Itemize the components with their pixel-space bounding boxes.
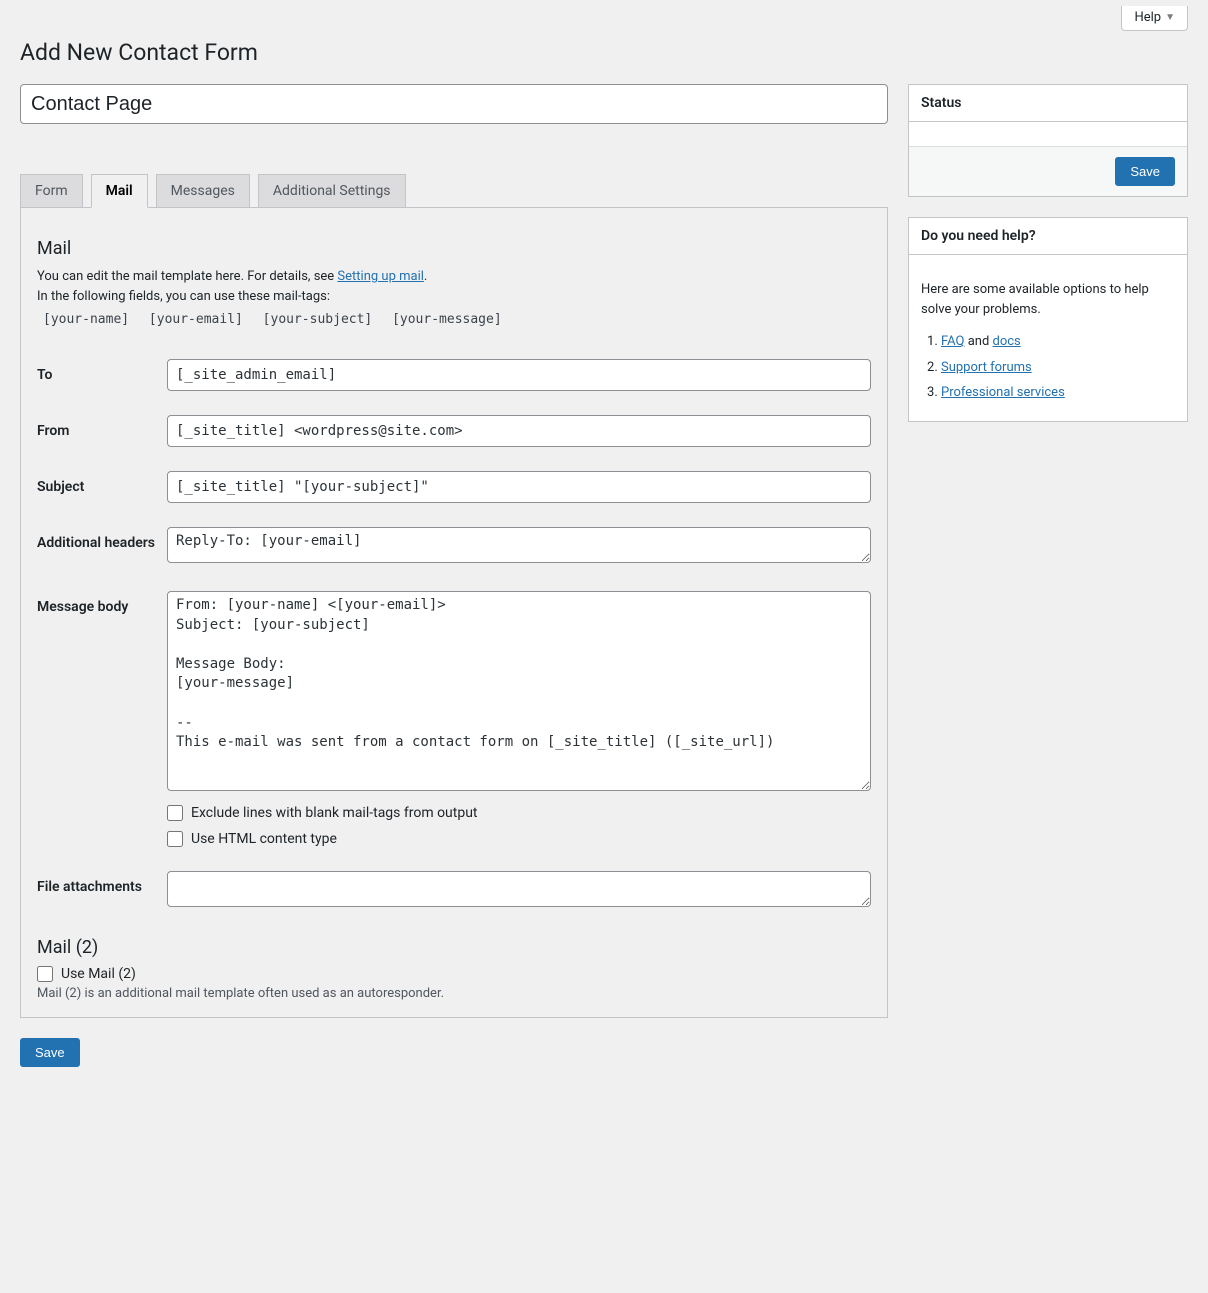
mail-tag: [your-subject] (263, 312, 373, 327)
use-html-label: Use HTML content type (191, 831, 337, 847)
save-button-bottom[interactable]: Save (20, 1038, 80, 1067)
subject-input[interactable] (167, 471, 871, 503)
exclude-blank-row[interactable]: Exclude lines with blank mail-tags from … (167, 805, 871, 821)
professional-services-link[interactable]: Professional services (941, 385, 1065, 400)
tab-messages[interactable]: Messages (156, 174, 250, 208)
status-box-body (909, 122, 1187, 146)
body-label: Message body (37, 579, 167, 859)
body-textarea[interactable] (167, 591, 871, 791)
exclude-blank-label: Exclude lines with blank mail-tags from … (191, 805, 478, 821)
chevron-down-icon: ▼ (1165, 12, 1175, 23)
faq-link[interactable]: FAQ (941, 334, 964, 349)
attachments-label: File attachments (37, 859, 167, 923)
subject-label: Subject (37, 459, 167, 515)
tab-mail[interactable]: Mail (91, 174, 148, 208)
to-label: To (37, 347, 167, 403)
from-label: From (37, 403, 167, 459)
page-title: Add New Contact Form (20, 39, 1188, 66)
attachments-textarea[interactable] (167, 871, 871, 907)
tab-strip: Form Mail Messages Additional Settings (20, 174, 888, 207)
help-tab-label: Help (1134, 10, 1161, 25)
mail2-desc: Mail (2) is an additional mail template … (37, 986, 871, 1001)
form-title-input[interactable] (20, 84, 888, 124)
help-item: FAQ and docs (941, 332, 1175, 352)
use-mail2-checkbox[interactable] (37, 966, 53, 982)
mail2-heading: Mail (2) (37, 937, 871, 958)
mail-intro: You can edit the mail template here. For… (37, 267, 871, 306)
mail-intro-prefix: You can edit the mail template here. For… (37, 269, 337, 284)
status-box: Status Save (908, 84, 1188, 197)
use-mail2-label: Use Mail (2) (61, 966, 136, 982)
help-box-intro: Here are some available options to help … (921, 280, 1175, 319)
mail-tag: [your-name] (43, 312, 129, 327)
headers-label: Additional headers (37, 515, 167, 579)
help-links-list: FAQ and docs Support forums Professional… (941, 332, 1175, 403)
support-forums-link[interactable]: Support forums (941, 360, 1032, 375)
use-mail2-row[interactable]: Use Mail (2) (37, 966, 871, 982)
help-box: Do you need help? Here are some availabl… (908, 217, 1188, 422)
save-button-side[interactable]: Save (1115, 157, 1175, 186)
exclude-blank-checkbox[interactable] (167, 805, 183, 821)
help-box-title: Do you need help? (909, 218, 1187, 255)
from-input[interactable] (167, 415, 871, 447)
help-item: Support forums (941, 358, 1175, 378)
help-tab[interactable]: Help ▼ (1121, 6, 1188, 31)
mail-tag: [your-message] (392, 312, 502, 327)
status-box-title: Status (909, 85, 1187, 122)
to-input[interactable] (167, 359, 871, 391)
help-item-mid: and (964, 334, 992, 349)
setting-up-mail-link[interactable]: Setting up mail (337, 269, 423, 284)
mail-tags-list: [your-name] [your-email] [your-subject] … (43, 312, 871, 327)
help-item: Professional services (941, 383, 1175, 403)
tab-additional-settings[interactable]: Additional Settings (258, 174, 406, 208)
mail-intro-line2: In the following fields, you can use the… (37, 289, 330, 304)
mail-panel: Mail You can edit the mail template here… (20, 207, 888, 1018)
docs-link[interactable]: docs (993, 334, 1021, 349)
headers-textarea[interactable] (167, 527, 871, 563)
use-html-row[interactable]: Use HTML content type (167, 831, 871, 847)
use-html-checkbox[interactable] (167, 831, 183, 847)
mail-heading: Mail (37, 238, 871, 259)
tab-form[interactable]: Form (20, 174, 83, 208)
mail-tag: [your-email] (149, 312, 243, 327)
mail-intro-suffix: . (424, 269, 427, 284)
